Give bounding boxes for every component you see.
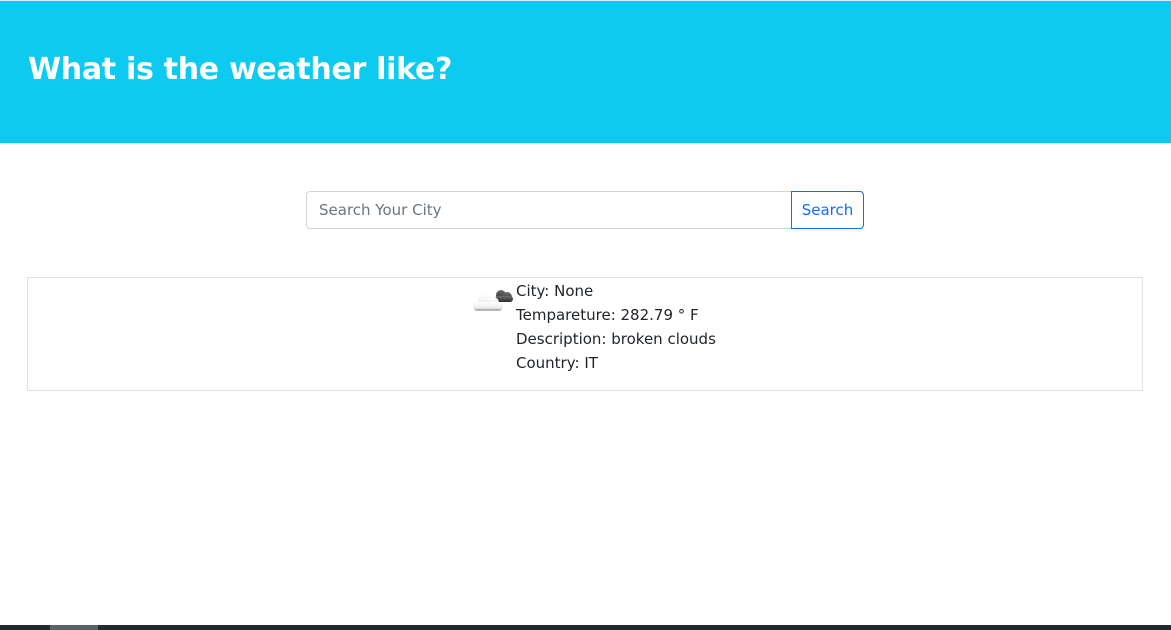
- page-header: What is the weather like?: [0, 1, 1171, 143]
- search-input[interactable]: [306, 191, 792, 229]
- country-text: Country: IT: [516, 354, 598, 372]
- weather-result-card: City: None Tempareture: 282.79 ° F Descr…: [27, 277, 1143, 391]
- search-form: Search: [306, 191, 864, 229]
- temperature-text: Tempareture: 282.79 ° F: [516, 306, 699, 324]
- city-text: City: None: [516, 282, 594, 300]
- page-title: What is the weather like?: [28, 52, 453, 87]
- horizontal-scrollbar[interactable]: [0, 625, 1171, 630]
- weather-info: City: None Tempareture: 282.79 ° F Descr…: [516, 279, 716, 375]
- scrollbar-thumb[interactable]: [50, 625, 98, 630]
- search-button[interactable]: Search: [791, 191, 864, 229]
- broken-clouds-icon: [473, 290, 513, 311]
- description-text: Description: broken clouds: [516, 330, 716, 348]
